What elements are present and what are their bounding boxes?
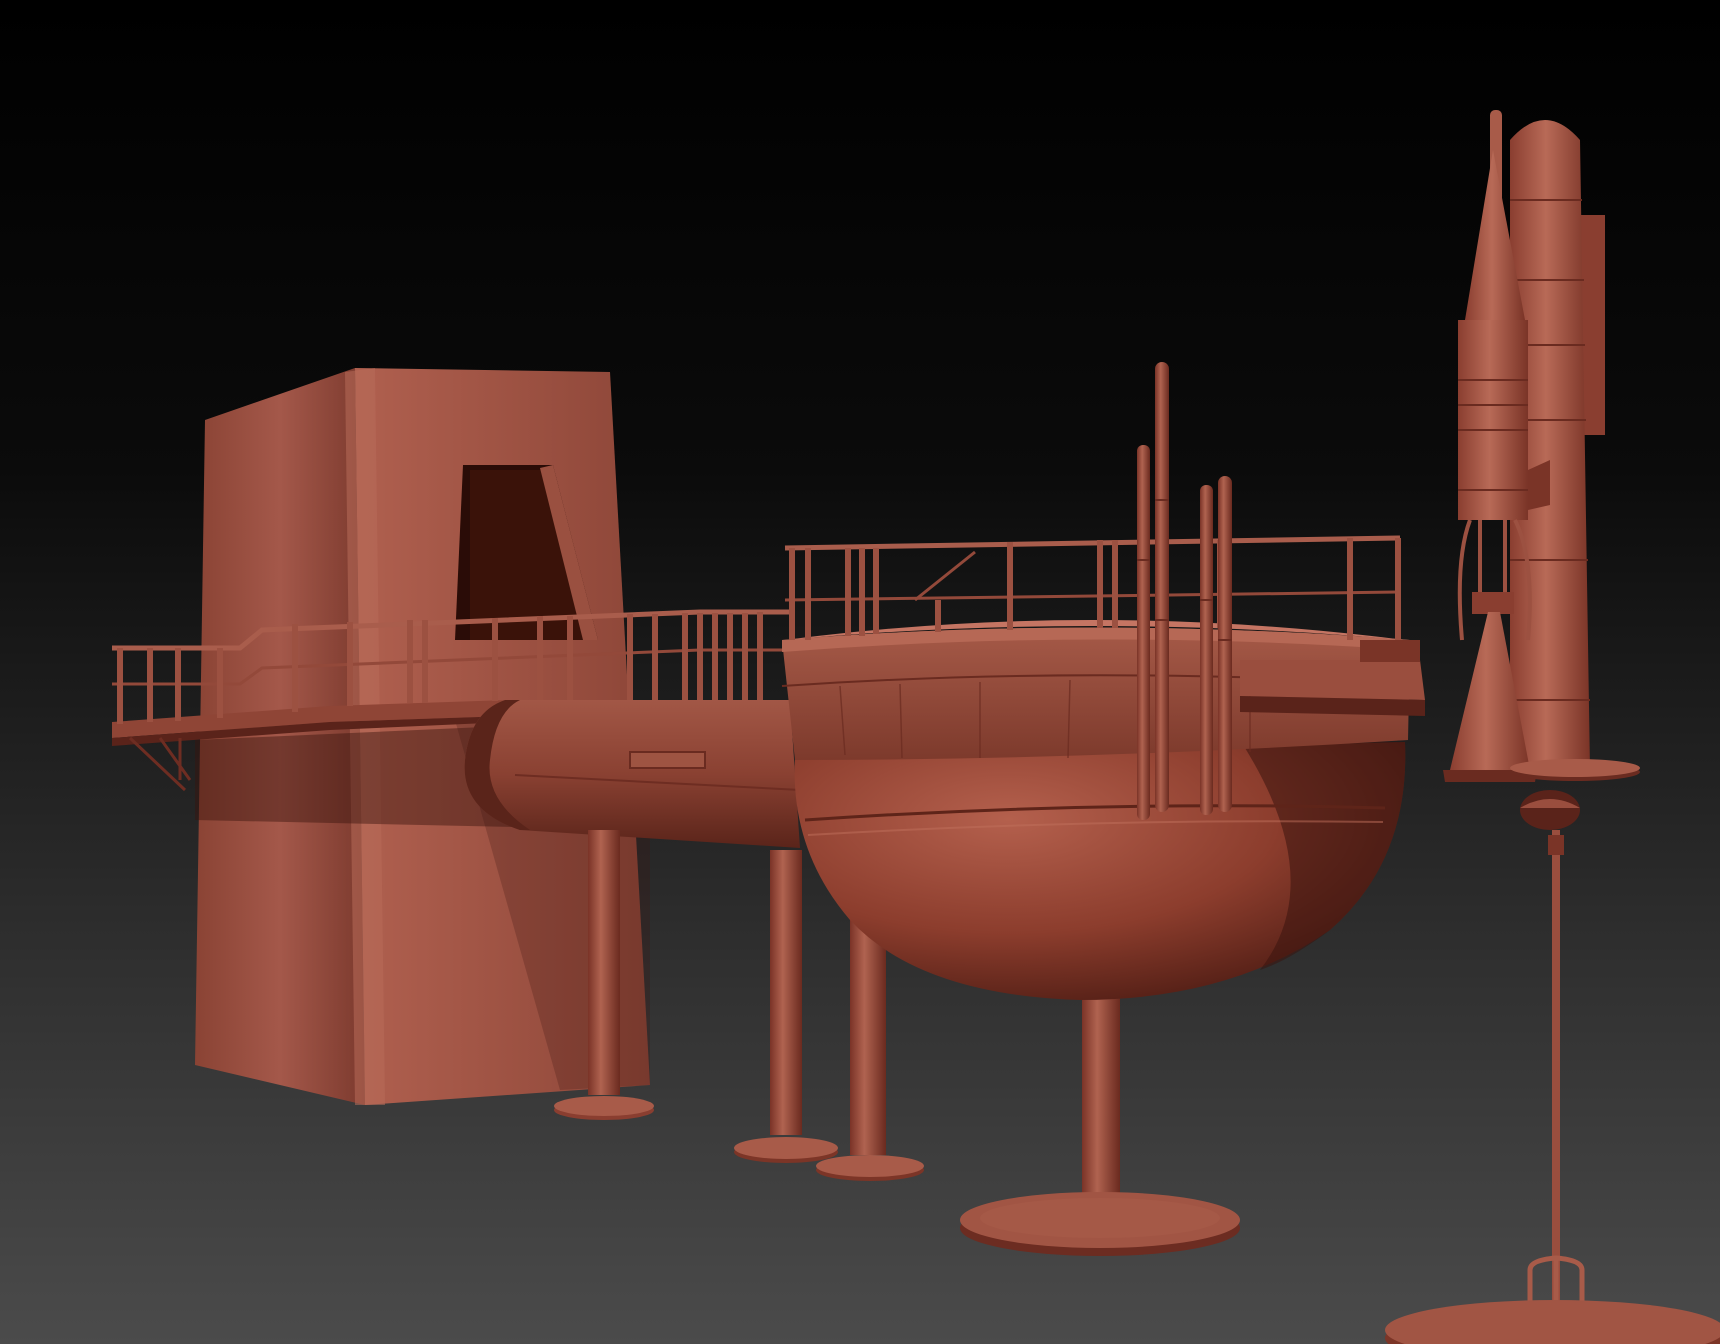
- 3d-viewport[interactable]: [0, 0, 1720, 1344]
- scene-render: [0, 0, 1720, 1344]
- tank-cylinder: [464, 700, 801, 848]
